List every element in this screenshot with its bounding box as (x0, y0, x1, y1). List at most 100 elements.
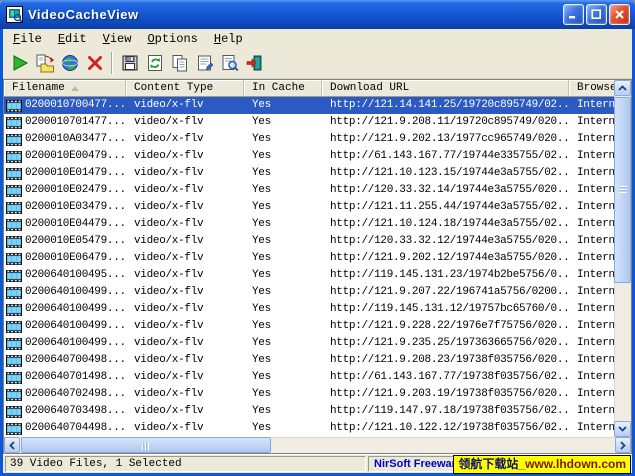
watermark-badge[interactable]: 领航下载站_www.lhdown.com (453, 455, 631, 474)
toolbar (3, 48, 632, 79)
filename-cell: 0200010701477... (25, 114, 126, 131)
browser-cell: Intern (569, 148, 614, 165)
table-row[interactable]: 0200010E02479... video/x-flv Yes http://… (4, 182, 614, 199)
in-cache-cell: Yes (244, 284, 322, 301)
copy-files-button[interactable] (32, 51, 57, 75)
open-in-browser-button[interactable] (57, 51, 82, 75)
copy-icon (170, 53, 190, 73)
download-url-cell: http://121.9.208.11/19720c895749/020... (322, 114, 569, 131)
video-file-icon (6, 321, 22, 333)
download-url-cell: http://61.143.167.77/19738f035756/02... (322, 369, 569, 386)
table-row[interactable]: 0200010E01479... video/x-flv Yes http://… (4, 165, 614, 182)
videocacheview-window: VideoCacheView File Edit View Options He… (0, 0, 635, 476)
filename-cell: 0200640100495... (25, 267, 126, 284)
table-row[interactable]: 0200640700498... video/x-flv Yes http://… (4, 352, 614, 369)
scroll-right-button[interactable] (615, 437, 631, 453)
content-type-cell: video/x-flv (126, 233, 244, 250)
table-row[interactable]: 0200640100495... video/x-flv Yes http://… (4, 267, 614, 284)
save-button[interactable] (117, 51, 142, 75)
video-file-icon (6, 100, 22, 112)
video-file-icon (6, 304, 22, 316)
copy-files-icon (35, 53, 55, 73)
table-row[interactable]: 0200640100499... video/x-flv Yes http://… (4, 335, 614, 352)
in-cache-cell: Yes (244, 318, 322, 335)
video-file-icon (6, 389, 22, 401)
menu-help[interactable]: Help (206, 31, 251, 47)
menu-options[interactable]: Options (139, 31, 205, 47)
close-button[interactable] (609, 4, 630, 25)
table-row[interactable]: 0200640701498... video/x-flv Yes http://… (4, 369, 614, 386)
table-row[interactable]: 0200640704498... video/x-flv Yes http://… (4, 420, 614, 437)
maximize-button[interactable] (586, 4, 607, 25)
table-row[interactable]: 0200640100499... video/x-flv Yes http://… (4, 301, 614, 318)
column-header-content-type[interactable]: Content Type (126, 80, 244, 97)
browser-cell: Intern (569, 403, 614, 420)
horizontal-scroll-thumb[interactable] (21, 437, 271, 453)
table-row[interactable]: 0200640100499... video/x-flv Yes http://… (4, 284, 614, 301)
toolbar-separator (111, 52, 113, 74)
copy-button[interactable] (167, 51, 192, 75)
table-row[interactable]: 0200010A03477... video/x-flv Yes http://… (4, 131, 614, 148)
filename-cell: 0200010E05479... (25, 233, 126, 250)
scroll-up-button[interactable] (614, 80, 631, 96)
video-file-icon (6, 236, 22, 248)
table-row[interactable]: 0200010E04479... video/x-flv Yes http://… (4, 216, 614, 233)
play-video-button[interactable] (7, 51, 32, 75)
table-row[interactable]: 0200010700477... video/x-flv Yes http://… (4, 97, 614, 114)
in-cache-cell: Yes (244, 301, 322, 318)
in-cache-cell: Yes (244, 250, 322, 267)
title-bar[interactable]: VideoCacheView (0, 0, 635, 29)
download-url-cell: http://120.33.32.14/19744e3a5755/020... (322, 182, 569, 199)
column-header-filename[interactable]: Filename (4, 80, 126, 97)
filename-cell: 0200640701498... (25, 369, 126, 386)
delete-button[interactable] (82, 51, 107, 75)
menu-file[interactable]: File (5, 31, 50, 47)
table-row[interactable]: 0200640100499... video/x-flv Yes http://… (4, 318, 614, 335)
browser-cell: Intern (569, 335, 614, 352)
menu-view[interactable]: View (95, 31, 140, 47)
table-body: 0200010700477... video/x-flv Yes http://… (4, 97, 614, 437)
filename-cell: 0200640100499... (25, 335, 126, 352)
maximize-icon (591, 9, 602, 20)
browser-cell: Intern (569, 97, 614, 114)
table-row[interactable]: 0200010701477... video/x-flv Yes http://… (4, 114, 614, 131)
exit-button[interactable] (242, 51, 267, 75)
find-button[interactable] (217, 51, 242, 75)
column-header-download-url[interactable]: Download URL (322, 80, 569, 97)
table-row[interactable]: 0200010E06479... video/x-flv Yes http://… (4, 250, 614, 267)
filename-cell: 0200640704498... (25, 420, 126, 437)
in-cache-cell: Yes (244, 386, 322, 403)
minimize-button[interactable] (563, 4, 584, 25)
column-header-in-cache[interactable]: In Cache (244, 80, 322, 97)
download-url-cell: http://119.145.131.23/1974b2be5756/0... (322, 267, 569, 284)
video-file-icon (6, 168, 22, 180)
properties-button[interactable] (192, 51, 217, 75)
filename-cell: 0200640100499... (25, 284, 126, 301)
watermark-url: _www.lhdown.com (518, 456, 626, 473)
scroll-left-button[interactable] (4, 437, 20, 453)
video-file-icon (6, 151, 22, 163)
video-file-icon (6, 117, 22, 129)
vertical-scroll-thumb[interactable] (614, 97, 631, 283)
horizontal-scrollbar[interactable] (4, 437, 631, 453)
menu-edit[interactable]: Edit (50, 31, 95, 47)
in-cache-cell: Yes (244, 199, 322, 216)
table-row[interactable]: 0200010E00479... video/x-flv Yes http://… (4, 148, 614, 165)
content-type-cell: video/x-flv (126, 250, 244, 267)
table-row[interactable]: 0200640702498... video/x-flv Yes http://… (4, 386, 614, 403)
vertical-scrollbar[interactable] (614, 80, 631, 437)
content-type-cell: video/x-flv (126, 352, 244, 369)
refresh-button[interactable] (142, 51, 167, 75)
filename-cell: 0200010E00479... (25, 148, 126, 165)
table-row[interactable]: 0200010E05479... video/x-flv Yes http://… (4, 233, 614, 250)
table-row[interactable]: 0200640703498... video/x-flv Yes http://… (4, 403, 614, 420)
browser-cell: Intern (569, 199, 614, 216)
table-row[interactable]: 0200010E03479... video/x-flv Yes http://… (4, 199, 614, 216)
close-icon (614, 9, 625, 20)
filename-cell: 0200010E06479... (25, 250, 126, 267)
filename-cell: 0200010700477... (25, 97, 126, 114)
content-type-cell: video/x-flv (126, 199, 244, 216)
scroll-down-button[interactable] (614, 421, 631, 437)
in-cache-cell: Yes (244, 216, 322, 233)
column-header-browser[interactable]: Browse (569, 80, 614, 97)
